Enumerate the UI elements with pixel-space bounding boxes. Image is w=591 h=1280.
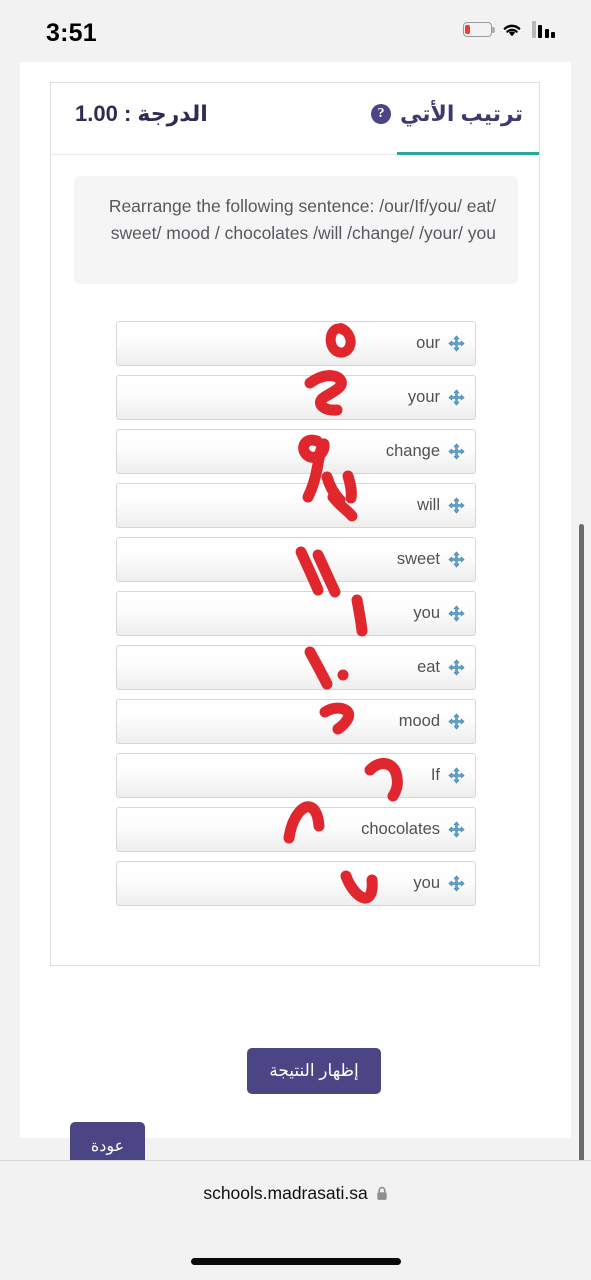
move-arrows-icon[interactable] (448, 497, 465, 514)
move-arrows-icon[interactable] (448, 443, 465, 460)
battery-low-icon (462, 22, 495, 37)
sortable-item-label: sweet (396, 550, 440, 568)
move-arrows-icon[interactable] (448, 767, 465, 784)
active-tab-underline (397, 152, 539, 155)
sortable-item-will-3[interactable]: will (116, 483, 476, 528)
instruction-panel: Rearrange the following sentence: /our/I… (74, 176, 518, 284)
lock-icon (376, 1186, 388, 1201)
status-time: 3:51 (46, 19, 97, 47)
question-type-label: ترتيب الأتي (399, 101, 523, 126)
status-icons (462, 21, 555, 38)
sortable-item-label: mood (398, 712, 440, 730)
move-arrows-icon[interactable] (448, 551, 465, 568)
move-arrows-icon[interactable] (448, 659, 465, 676)
browser-bottom-bar: schools.madrasati.sa (0, 1160, 591, 1280)
ios-status-bar: 3:51 (0, 0, 591, 62)
move-arrows-icon[interactable] (448, 875, 465, 892)
phone-screen: 3:51 الدرجة : 1.00 ترتيب الأتي ? Rearran… (0, 0, 591, 1280)
sortable-item-mood-7[interactable]: mood (116, 699, 476, 744)
sortable-item-label: your (407, 388, 440, 406)
sortable-item-label: eat (417, 658, 440, 676)
move-arrows-icon[interactable] (448, 605, 465, 622)
sortable-item-eat-6[interactable]: eat (116, 645, 476, 690)
sortable-item-you-10[interactable]: you (116, 861, 476, 906)
sortable-item-label: will (417, 496, 440, 514)
sortable-item-your-1[interactable]: your (116, 375, 476, 420)
quiz-card: الدرجة : 1.00 ترتيب الأتي ? Rearrange th… (50, 82, 540, 966)
sortable-item-label: chocolates (361, 820, 440, 838)
sortable-item-label: you (413, 874, 440, 892)
sortable-item-label: change (385, 442, 440, 460)
sortable-item-label: If (430, 766, 440, 784)
move-arrows-icon[interactable] (448, 713, 465, 730)
move-arrows-icon[interactable] (448, 389, 465, 406)
show-result-button[interactable]: إظهار النتيجة (247, 1048, 381, 1094)
browser-viewport: الدرجة : 1.00 ترتيب الأتي ? Rearrange th… (20, 62, 571, 1170)
quiz-card-header: الدرجة : 1.00 ترتيب الأتي ? (51, 83, 539, 155)
move-arrows-icon[interactable] (448, 335, 465, 352)
url-bar[interactable]: schools.madrasati.sa (0, 1183, 591, 1204)
sortable-item-label: our (416, 334, 440, 352)
sortable-item-if-8[interactable]: If (116, 753, 476, 798)
sortable-item-change-2[interactable]: change (116, 429, 476, 474)
question-mark-icon[interactable]: ? (370, 104, 391, 124)
page-scrollbar[interactable] (571, 62, 591, 1192)
scrollbar-thumb[interactable] (579, 524, 584, 1192)
move-arrows-icon[interactable] (448, 821, 465, 838)
home-indicator (190, 1258, 401, 1265)
wifi-icon (501, 21, 523, 38)
question-type-tab[interactable]: ترتيب الأتي ? (370, 101, 523, 127)
cellular-signal-icon (531, 21, 555, 38)
sortable-item-sweet-4[interactable]: sweet (116, 537, 476, 582)
url-text: schools.madrasati.sa (203, 1183, 368, 1203)
sortable-item-chocolates-9[interactable]: chocolates (116, 807, 476, 852)
sortable-item-our-0[interactable]: our (116, 321, 476, 366)
sortable-item-you-5[interactable]: you (116, 591, 476, 636)
grade-label: الدرجة : 1.00 (75, 101, 208, 126)
sortable-word-list[interactable]: our your change will sweet you eat mood If chocol… (116, 321, 476, 915)
sortable-item-label: you (413, 604, 440, 622)
